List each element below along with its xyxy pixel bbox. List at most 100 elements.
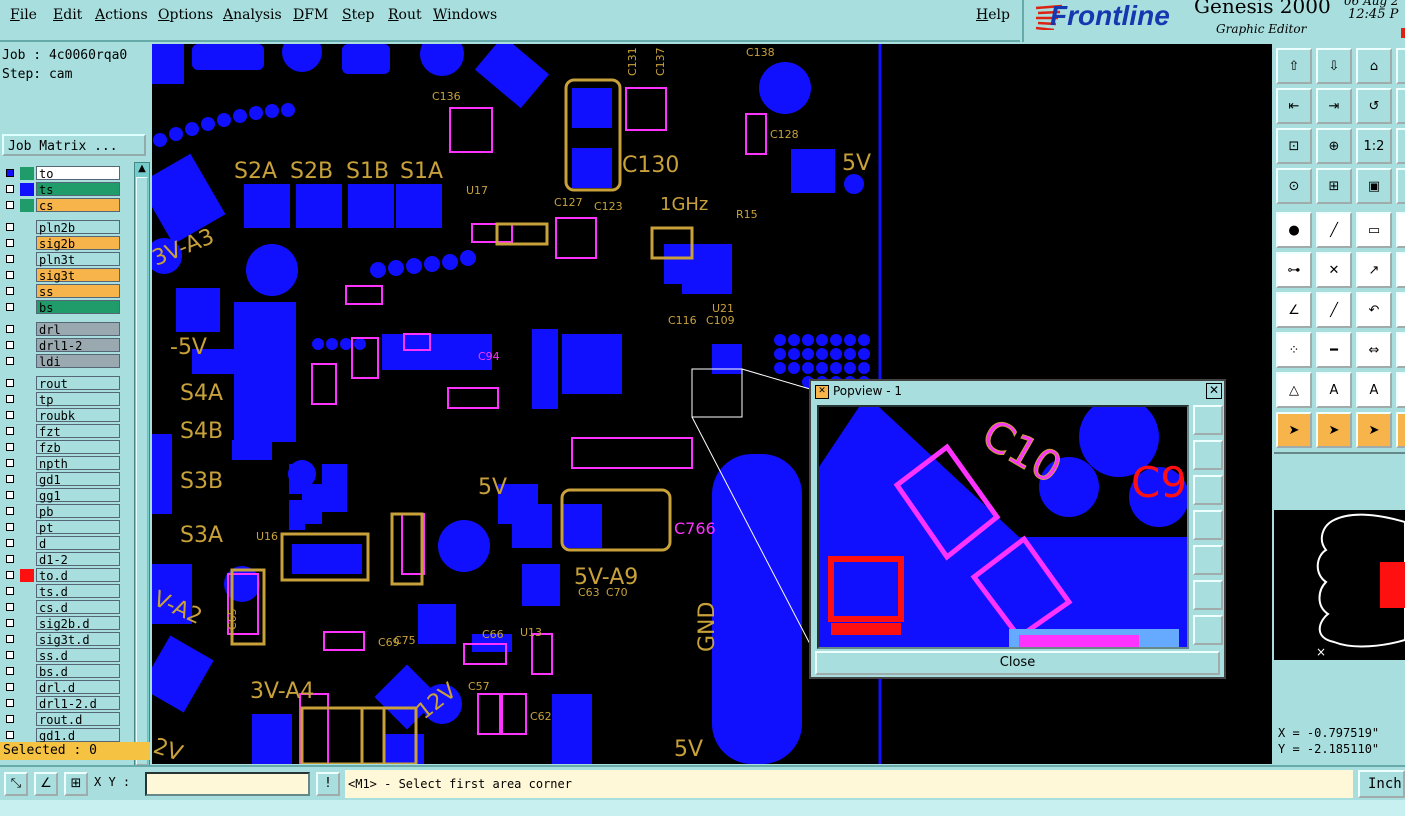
pan-left-icon[interactable]: ⇤ (1276, 88, 1312, 124)
layer-checkbox[interactable] (6, 185, 14, 193)
layer-row-drl1-2-d[interactable]: drl1-2.d (2, 696, 122, 711)
layer-color-swatch[interactable] (20, 553, 34, 566)
layer-color-swatch[interactable] (20, 339, 34, 352)
layer-checkbox[interactable] (6, 683, 14, 691)
layer-name[interactable]: cs.d (36, 600, 120, 615)
close-panel-icon[interactable] (1396, 48, 1405, 84)
layer-checkbox[interactable] (6, 287, 14, 295)
layer-checkbox[interactable] (6, 651, 14, 659)
layer-checkbox[interactable] (6, 587, 14, 595)
close-panel-icon-7[interactable] (1396, 292, 1405, 328)
layer-name[interactable]: ss (36, 284, 120, 299)
close-panel-icon-2[interactable] (1396, 88, 1405, 124)
layer-checkbox[interactable] (6, 357, 14, 365)
layer-checkbox[interactable] (6, 635, 14, 643)
window-menu-icon[interactable]: ✕ (815, 385, 829, 399)
layer-color-swatch[interactable] (20, 199, 34, 212)
line-tool-icon[interactable]: ╱ (1316, 212, 1352, 248)
layer-name[interactable]: ss.d (36, 648, 120, 663)
home-icon[interactable]: ⌂ (1356, 48, 1392, 84)
layer-row-pln2b[interactable]: pln2b (2, 220, 122, 235)
close-panel-icon-4[interactable] (1396, 168, 1405, 204)
layer-row-sig3t[interactable]: sig3t (2, 268, 122, 283)
layer-checkbox[interactable] (6, 223, 14, 231)
layer-color-swatch[interactable] (20, 393, 34, 406)
layer-row-fzt[interactable]: fzt (2, 424, 122, 439)
job-matrix-button[interactable]: Job Matrix ... (2, 134, 146, 156)
layer-name[interactable]: drl.d (36, 680, 120, 695)
layer-color-swatch[interactable] (20, 585, 34, 598)
layer-color-swatch[interactable] (20, 633, 34, 646)
arc-icon[interactable]: ↗ (1356, 252, 1392, 288)
layer-name[interactable]: drl1-2.d (36, 696, 120, 711)
layer-color-swatch[interactable] (20, 457, 34, 470)
center-icon[interactable]: ⊕ (1316, 128, 1352, 164)
layer-checkbox[interactable] (6, 325, 14, 333)
layer-checkbox[interactable] (6, 255, 14, 263)
layer-color-swatch[interactable] (20, 425, 34, 438)
popview-zoom-fit-icon[interactable] (1193, 405, 1223, 435)
layer-checkbox[interactable] (6, 523, 14, 531)
layer-row-cs-d[interactable]: cs.d (2, 600, 122, 615)
layer-row-sig2b-d[interactable]: sig2b.d (2, 616, 122, 631)
layer-color-swatch[interactable] (20, 409, 34, 422)
popview-zoom-out-icon[interactable] (1193, 580, 1223, 610)
layer-checkbox[interactable] (6, 411, 14, 419)
layer-checkbox[interactable] (6, 475, 14, 483)
letter-a-icon[interactable]: A (1316, 372, 1352, 408)
layer-checkbox[interactable] (6, 603, 14, 611)
zoom-save-icon[interactable]: ⇩ (1316, 48, 1352, 84)
layer-row-d[interactable]: d (2, 536, 122, 551)
board-overview-map[interactable]: × (1274, 510, 1405, 660)
menu-rout[interactable]: Rout (388, 7, 422, 23)
layer-list-scrollbar[interactable]: ▲ ▼ (134, 162, 150, 780)
layer-color-swatch[interactable] (20, 537, 34, 550)
layer-checkbox[interactable] (6, 571, 14, 579)
triangle-icon[interactable]: △ (1276, 372, 1312, 408)
layer-row-tp[interactable]: tp (2, 392, 122, 407)
layer-row-pt[interactable]: pt (2, 520, 122, 535)
layer-checkbox[interactable] (6, 459, 14, 467)
units-button[interactable]: Inch (1358, 770, 1405, 798)
layer-color-swatch[interactable] (20, 665, 34, 678)
layer-color-swatch[interactable] (20, 323, 34, 336)
layer-color-swatch[interactable] (20, 569, 34, 582)
popview-pan-down-icon[interactable] (1193, 475, 1223, 505)
layer-name[interactable]: pln3t (36, 252, 120, 267)
menu-windows[interactable]: Windows (433, 7, 497, 23)
select-box-icon[interactable]: ➤ (1316, 412, 1352, 448)
layer-row-drl1-2[interactable]: drl1-2 (2, 338, 122, 353)
layer-color-swatch[interactable] (20, 713, 34, 726)
snap-icon[interactable]: ⊙ (1276, 168, 1312, 204)
layer-name[interactable]: sig2b (36, 236, 120, 251)
layer-name[interactable]: sig2b.d (36, 616, 120, 631)
diagonal-icon[interactable]: ╱ (1316, 292, 1352, 328)
layer-name[interactable]: to (36, 166, 120, 181)
layer-row-gd1-d[interactable]: gd1.d (2, 728, 122, 743)
layer-name[interactable]: rout (36, 376, 120, 391)
layer-row-d1-2[interactable]: d1-2 (2, 552, 122, 567)
layer-name[interactable]: sig3t.d (36, 632, 120, 647)
layer-name[interactable]: ldi (36, 354, 120, 369)
layer-checkbox[interactable] (6, 555, 14, 563)
close-panel-icon-5[interactable] (1396, 212, 1405, 248)
layer-name[interactable]: tp (36, 392, 120, 407)
layer-row-drl[interactable]: drl (2, 322, 122, 337)
layer-color-swatch[interactable] (20, 489, 34, 502)
layer-row-ts-d[interactable]: ts.d (2, 584, 122, 599)
layer-row-gd1[interactable]: gd1 (2, 472, 122, 487)
measure-icon[interactable]: ∠ (34, 772, 58, 796)
close-panel-icon-9[interactable] (1396, 372, 1405, 408)
layer-checkbox[interactable] (6, 169, 14, 177)
layer-color-swatch[interactable] (20, 167, 34, 180)
popview-canvas[interactable]: C10 C9 (817, 405, 1189, 649)
layer-checkbox[interactable] (6, 443, 14, 451)
slope-icon[interactable]: ∠ (1276, 292, 1312, 328)
scroll-thumb[interactable] (136, 177, 148, 765)
layer-row-pln3t[interactable]: pln3t (2, 252, 122, 267)
align-icon[interactable]: ⇔ (1356, 332, 1392, 368)
layer-name[interactable]: fzt (36, 424, 120, 439)
layer-row-drl-d[interactable]: drl.d (2, 680, 122, 695)
layer-name[interactable]: pb (36, 504, 120, 519)
layer-checkbox[interactable] (6, 201, 14, 209)
